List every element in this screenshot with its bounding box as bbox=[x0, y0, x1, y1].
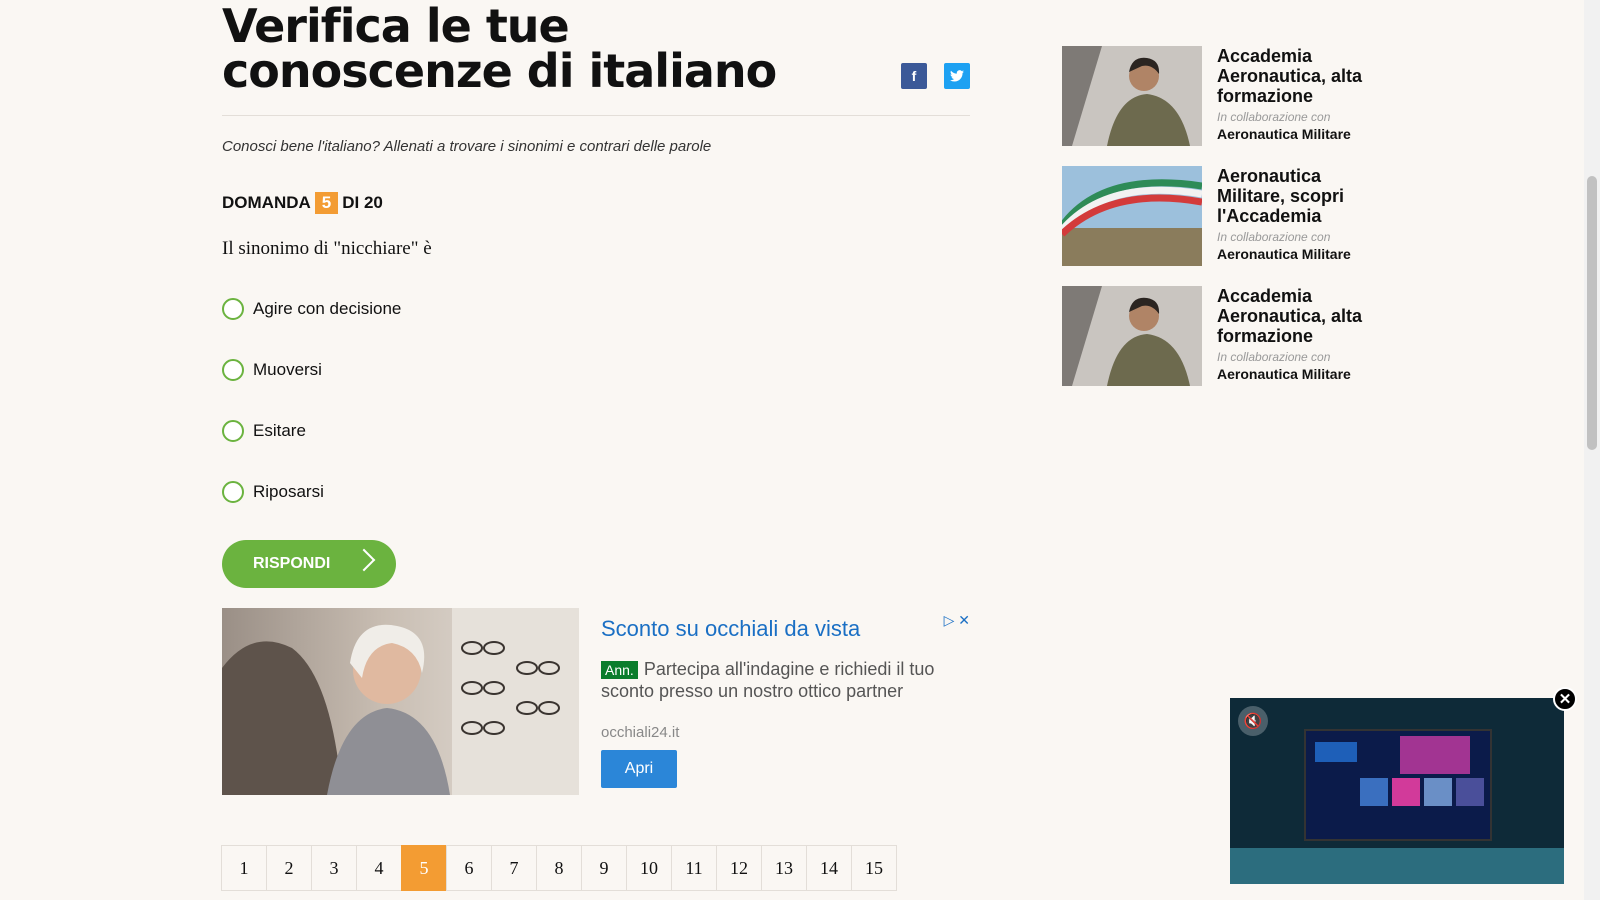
facebook-share-icon[interactable]: f bbox=[901, 63, 927, 89]
video-frame bbox=[1230, 698, 1564, 884]
page-4-link[interactable]: 4 bbox=[356, 845, 402, 891]
title-divider bbox=[222, 115, 970, 116]
ad-badge: Ann. bbox=[601, 661, 638, 679]
ad-image[interactable] bbox=[222, 608, 579, 795]
submit-answer-button[interactable]: RISPONDI bbox=[222, 540, 396, 588]
card-collab: In collaborazione con bbox=[1217, 110, 1331, 124]
page-5-link[interactable]: 5 bbox=[401, 845, 447, 891]
sponsored-card[interactable]: Accademia Aeronautica, alta formazione I… bbox=[1062, 286, 1362, 386]
sponsored-card[interactable]: Aeronautica Militare, scopri l'Accademia… bbox=[1062, 166, 1362, 266]
question-number-badge: 5 bbox=[314, 192, 339, 214]
answer-option[interactable]: Riposarsi bbox=[222, 481, 324, 503]
card-sponsor: Aeronautica Militare bbox=[1217, 246, 1351, 262]
radio-button[interactable] bbox=[222, 481, 244, 503]
page-title: Verifica le tue conoscenze di italiano bbox=[222, 0, 777, 98]
adchoices-play-icon[interactable]: ▷ bbox=[944, 612, 955, 628]
page-9-link[interactable]: 9 bbox=[581, 845, 627, 891]
question-total: DI 20 bbox=[342, 193, 383, 212]
card-sponsor: Aeronautica Militare bbox=[1217, 126, 1351, 142]
scrollbar-thumb[interactable] bbox=[1587, 176, 1597, 450]
card-sponsor: Aeronautica Militare bbox=[1217, 366, 1351, 382]
card-title[interactable]: Accademia Aeronautica, alta formazione bbox=[1217, 286, 1367, 346]
floating-video-player[interactable]: 🔇 bbox=[1230, 698, 1564, 884]
card-title[interactable]: Aeronautica Militare, scopri l'Accademia bbox=[1217, 166, 1367, 226]
question-header: DOMANDA 5 DI 20 bbox=[222, 192, 383, 214]
question-text: Il sinonimo di "nicchiare" è bbox=[222, 238, 432, 259]
card-thumbnail[interactable] bbox=[1062, 46, 1202, 146]
twitter-share-icon[interactable] bbox=[944, 63, 970, 89]
page-13-link[interactable]: 13 bbox=[761, 845, 807, 891]
radio-button[interactable] bbox=[222, 420, 244, 442]
page-8-link[interactable]: 8 bbox=[536, 845, 582, 891]
answer-label: Riposarsi bbox=[253, 482, 324, 501]
ad-close-icon[interactable]: ✕ bbox=[958, 612, 970, 628]
sponsored-card[interactable]: Accademia Aeronautica, alta formazione I… bbox=[1062, 46, 1362, 146]
chevron-right-icon bbox=[352, 548, 376, 572]
answer-option[interactable]: Agire con decisione bbox=[222, 298, 401, 320]
page-2-link[interactable]: 2 bbox=[266, 845, 312, 891]
card-collab: In collaborazione con bbox=[1217, 230, 1331, 244]
ad-text: Ann. Partecipa all'indagine e richiedi il… bbox=[601, 658, 941, 702]
page-12-link[interactable]: 12 bbox=[716, 845, 762, 891]
adchoices-icon[interactable]: ▷ ✕ bbox=[944, 612, 970, 629]
page-15-link[interactable]: 15 bbox=[851, 845, 897, 891]
page-6-link[interactable]: 6 bbox=[446, 845, 492, 891]
page-1-link[interactable]: 1 bbox=[221, 845, 267, 891]
submit-label: RISPONDI bbox=[253, 555, 331, 572]
answer-label: Agire con decisione bbox=[253, 299, 402, 318]
page-7-link[interactable]: 7 bbox=[491, 845, 537, 891]
pagination: 1 2 3 4 5 6 7 8 9 10 11 12 13 14 15 bbox=[221, 845, 897, 891]
card-thumbnail[interactable] bbox=[1062, 166, 1202, 266]
close-video-icon[interactable]: ✕ bbox=[1553, 687, 1577, 711]
answer-label: Muoversi bbox=[253, 360, 322, 379]
question-label: DOMANDA bbox=[222, 193, 311, 212]
card-title[interactable]: Accademia Aeronautica, alta formazione bbox=[1217, 46, 1367, 106]
ad-url[interactable]: occhiali24.it bbox=[601, 724, 679, 741]
answer-label: Esitare bbox=[253, 421, 306, 440]
page-3-link[interactable]: 3 bbox=[311, 845, 357, 891]
answer-option[interactable]: Muoversi bbox=[222, 359, 322, 381]
page-14-link[interactable]: 14 bbox=[806, 845, 852, 891]
ad-open-button[interactable]: Apri bbox=[601, 750, 677, 788]
ad-description: Partecipa all'indagine e richiedi il tuo… bbox=[601, 659, 935, 701]
card-collab: In collaborazione con bbox=[1217, 350, 1331, 364]
quiz-intro: Conosci bene l'italiano? Allenati a trov… bbox=[222, 138, 712, 155]
radio-button[interactable] bbox=[222, 359, 244, 381]
answer-option[interactable]: Esitare bbox=[222, 420, 306, 442]
card-thumbnail[interactable] bbox=[1062, 286, 1202, 386]
ad-title[interactable]: Sconto su occhiali da vista bbox=[601, 616, 860, 642]
mute-icon[interactable]: 🔇 bbox=[1238, 706, 1268, 736]
ad-banner[interactable]: Sconto su occhiali da vista ▷ ✕ Ann. Part… bbox=[222, 608, 970, 795]
page-11-link[interactable]: 11 bbox=[671, 845, 717, 891]
page-10-link[interactable]: 10 bbox=[626, 845, 672, 891]
page-scrollbar[interactable] bbox=[1584, 0, 1600, 900]
radio-button[interactable] bbox=[222, 298, 244, 320]
